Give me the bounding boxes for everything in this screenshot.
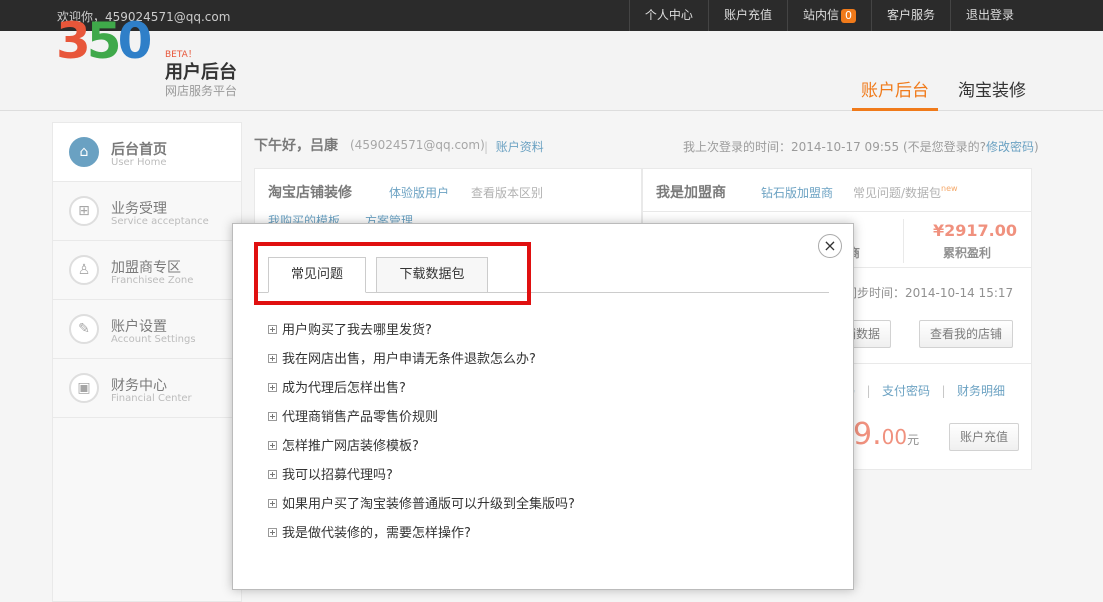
message-count-badge: 0 [840, 9, 856, 23]
expand-icon [268, 325, 277, 334]
expand-icon [268, 499, 277, 508]
logo-subtitle: 网店服务平台 [165, 84, 238, 98]
logo-title: 用户后台 [165, 62, 237, 83]
top-nav-logout[interactable]: 退出登录 [949, 0, 1029, 31]
faq-item[interactable]: 我可以招募代理吗? [268, 467, 828, 496]
top-bar: 欢迎你，459024571@qq.com 个人中心 账户充值 站内信 0 客户服务… [0, 0, 1103, 31]
top-nav-messages-label: 站内信 [802, 8, 839, 22]
top-nav-customer-service[interactable]: 客户服务 [870, 0, 950, 31]
top-nav-recharge[interactable]: 账户充值 [707, 0, 787, 31]
faq-item[interactable]: 用户购买了我去哪里发货? [268, 322, 828, 351]
header-tab-account[interactable]: 账户后台 [852, 47, 938, 111]
expand-icon [268, 383, 277, 392]
faq-item[interactable]: 如果用户买了淘宝装修普通版可以升级到全集版吗? [268, 496, 828, 525]
faq-question: 代理商销售产品零售价规则 [282, 410, 439, 425]
expand-icon [268, 470, 277, 479]
tabs-highlight-box [254, 242, 531, 305]
faq-question: 我是做代装修的，需要怎样操作? [282, 526, 471, 541]
top-nav: 个人中心 账户充值 站内信 0 客户服务 退出登录 [628, 0, 1029, 31]
faq-question: 怎样推广网店装修模板? [282, 439, 419, 454]
faq-list: 用户购买了我去哪里发货? 我在网店出售，用户申请无条件退款怎么办? 成为代理后怎… [268, 322, 828, 554]
faq-question: 我在网店出售，用户申请无条件退款怎么办? [282, 352, 536, 367]
faq-question: 成为代理后怎样出售? [282, 381, 406, 396]
faq-item[interactable]: 怎样推广网店装修模板? [268, 438, 828, 467]
faq-item[interactable]: 代理商销售产品零售价规则 [268, 409, 828, 438]
faq-modal: × 常见问题 下载数据包 用户购买了我去哪里发货? 我在网店出售，用户申请无条件… [232, 223, 854, 590]
expand-icon [268, 354, 277, 363]
faq-question: 用户购买了我去哪里发货? [282, 323, 432, 338]
faq-question: 如果用户买了淘宝装修普通版可以升级到全集版吗? [282, 497, 575, 512]
logo-digit-5: 5 [86, 12, 122, 70]
close-icon[interactable]: × [818, 234, 842, 258]
logo[interactable]: 350 [56, 16, 152, 66]
top-nav-personal-center[interactable]: 个人中心 [628, 0, 708, 31]
faq-item[interactable]: 成为代理后怎样出售? [268, 380, 828, 409]
faq-item[interactable]: 我在网店出售，用户申请无条件退款怎么办? [268, 351, 828, 380]
expand-icon [268, 412, 277, 421]
top-nav-messages[interactable]: 站内信 0 [786, 0, 871, 31]
logo-digit-3: 3 [56, 12, 91, 70]
expand-icon [268, 441, 277, 450]
expand-icon [268, 528, 277, 537]
faq-question: 我可以招募代理吗? [282, 468, 393, 483]
header-tab-taobao-decoration[interactable]: 淘宝装修 [958, 47, 1026, 111]
faq-item[interactable]: 我是做代装修的，需要怎样操作? [268, 525, 828, 554]
logo-digit-0: 0 [117, 12, 153, 70]
